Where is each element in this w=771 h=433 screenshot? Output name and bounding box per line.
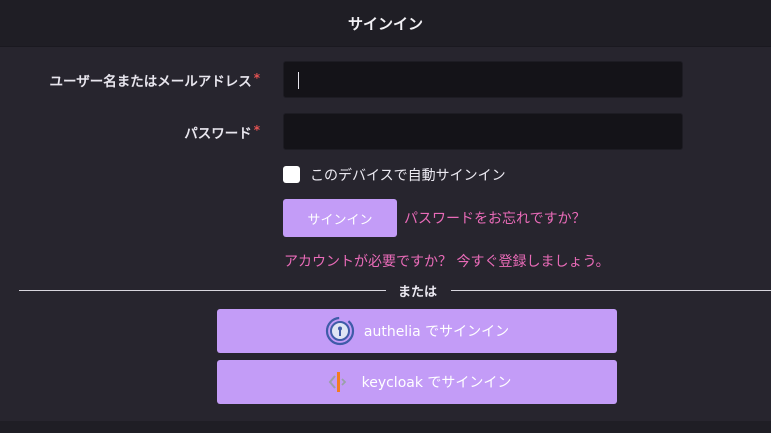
password-label: パスワード * xyxy=(184,122,260,142)
keycloak-logo-icon xyxy=(323,367,353,397)
username-label: ユーザー名またはメールアドレス * xyxy=(49,70,260,90)
username-input[interactable] xyxy=(283,61,683,98)
signin-button[interactable]: サインイン xyxy=(283,199,397,237)
authelia-signin-label: authelia でサインイン xyxy=(363,324,510,340)
divider-line-left xyxy=(19,290,386,291)
keycloak-signin-button[interactable]: keycloak でサインイン xyxy=(217,360,617,404)
page-header: サインイン xyxy=(0,0,771,47)
password-label-text: パスワード xyxy=(184,126,252,142)
authelia-signin-button[interactable]: authelia でサインイン xyxy=(217,309,617,353)
password-input[interactable] xyxy=(283,113,683,150)
divider-line-right xyxy=(451,290,771,291)
remember-me-checkbox[interactable] xyxy=(283,166,300,183)
keycloak-signin-label: keycloak でサインイン xyxy=(361,375,512,391)
forgot-password-link[interactable]: パスワードをお忘れですか？ xyxy=(404,208,586,228)
required-marker: * xyxy=(253,71,260,85)
authelia-logo-icon xyxy=(325,316,355,346)
remember-me-label[interactable]: このデバイスで自動サインイン xyxy=(310,165,506,185)
signin-button-label: サインイン xyxy=(307,212,373,228)
username-label-text: ユーザー名またはメールアドレス xyxy=(49,74,252,90)
register-link[interactable]: アカウントが必要ですか？ 今すぐ登録しましょう。 xyxy=(284,251,610,271)
required-marker: * xyxy=(253,123,260,137)
text-caret xyxy=(298,72,299,89)
page-title: サインイン xyxy=(347,14,423,33)
page-footer xyxy=(0,421,771,433)
divider-or-text: または xyxy=(398,285,438,300)
